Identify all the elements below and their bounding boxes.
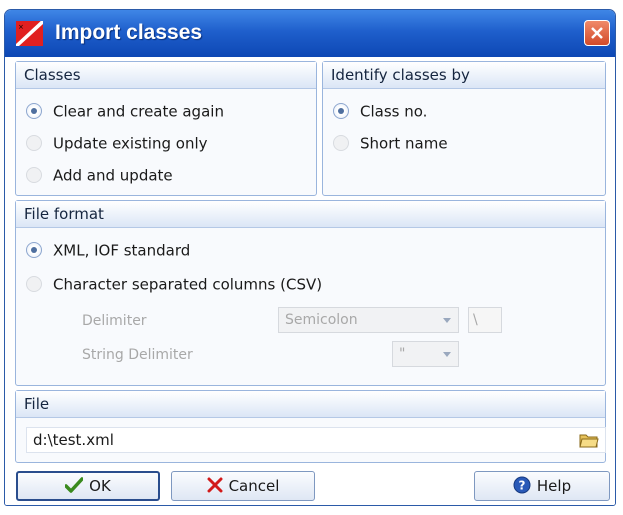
ok-button[interactable]: OK [16,471,160,501]
file-group: File d:\test.xml [15,390,606,463]
file-path-input[interactable]: d:\test.xml [26,427,606,453]
help-button[interactable]: ? Help [474,471,610,501]
radio-label: Class no. [360,102,428,121]
radio-label: XML, IOF standard [53,241,191,260]
classes-group: Classes Clear and create again Update ex… [15,61,317,196]
radio-add-and-update[interactable]: Add and update [26,164,173,186]
file-group-header: File [16,391,605,418]
string-delimiter-value: " [399,346,406,362]
identify-group-header: Identify classes by [323,62,605,89]
file-format-group: File format XML, IOF standard Character … [15,200,606,386]
radio-label: Clear and create again [53,102,224,121]
dialog-body: Classes Clear and create again Update ex… [5,57,615,505]
radio-button[interactable] [26,166,42,183]
radio-button[interactable] [26,275,42,292]
identify-classes-group: Identify classes by Class no. Short name [322,61,606,196]
radio-label: Update existing only [53,134,208,153]
x-mark-icon [207,477,223,492]
app-flag-icon: × [16,21,43,46]
delimiter-select-value: Semicolon [285,312,358,328]
svg-text:?: ? [518,478,525,492]
import-classes-dialog: × Import classes Classes Clear and creat… [4,9,616,506]
close-icon [591,27,603,39]
folder-open-icon[interactable] [579,431,599,449]
chevron-down-icon [443,352,451,357]
radio-button[interactable] [26,241,42,258]
ok-button-label: OK [89,477,111,495]
dialog-title: Import classes [55,21,203,44]
radio-xml-iof[interactable]: XML, IOF standard [26,239,190,261]
radio-button[interactable] [26,102,42,119]
radio-csv[interactable]: Character separated columns (CSV) [26,273,322,295]
cancel-button-label: Cancel [228,477,280,495]
title-bar[interactable]: × Import classes [5,10,615,57]
delimiter-char-input[interactable]: \ [468,307,502,333]
radio-button[interactable] [333,102,349,119]
radio-clear-and-create[interactable]: Clear and create again [26,100,224,122]
radio-short-name[interactable]: Short name [333,132,448,154]
radio-label: Character separated columns (CSV) [53,275,323,294]
close-button[interactable] [584,20,610,46]
string-delimiter-label: String Delimiter [82,347,193,363]
radio-update-existing[interactable]: Update existing only [26,132,208,154]
string-delimiter-select[interactable]: " [392,341,459,367]
radio-class-no[interactable]: Class no. [333,100,427,122]
chevron-down-icon [443,318,451,323]
cancel-button[interactable]: Cancel [171,471,315,501]
radio-label: Add and update [53,166,173,185]
classes-group-header: Classes [16,62,316,89]
delimiter-select[interactable]: Semicolon [278,307,459,333]
radio-button[interactable] [26,134,42,151]
checkmark-icon [64,476,84,493]
delimiter-label: Delimiter [82,313,147,329]
svg-text:×: × [18,23,24,31]
file-path-value: d:\test.xml [33,431,114,449]
radio-button[interactable] [333,134,349,151]
help-button-label: Help [536,477,572,495]
help-icon: ? [513,476,531,493]
file-format-group-header: File format [16,201,605,228]
radio-label: Short name [360,134,448,153]
